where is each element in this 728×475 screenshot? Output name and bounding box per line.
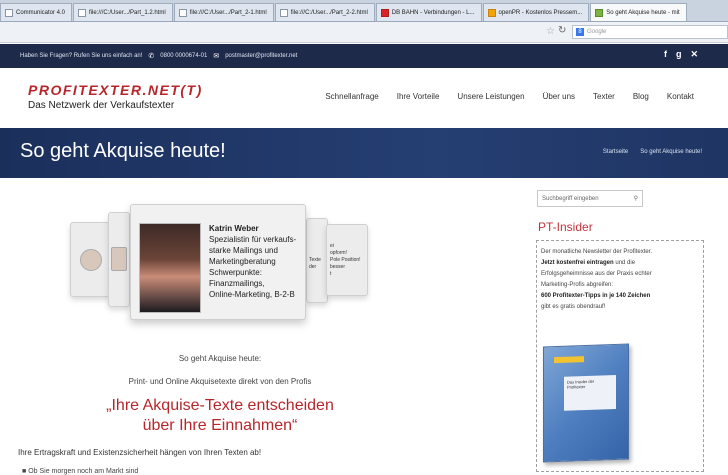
tagline: Ihre Ertragskraft und Existenzsicherheit… [18,448,262,457]
texter-photo [80,249,102,271]
nav-kontakt[interactable]: Kontakt [667,92,694,101]
contact-question: Haben Sie Fragen? Rufen Sie uns einfach … [20,53,143,59]
intro-subheading: Print- und Online Akquisetexte direkt vo… [128,377,312,386]
social-links: f g ✕ [664,49,698,60]
page-icon [5,8,13,17]
breadcrumb-home[interactable]: Startseite [603,149,628,155]
top-info-bar: Haben Sie Fragen? Rufen Sie uns einfach … [0,44,728,68]
book-label: Das Insider der Profitexter [564,374,616,411]
browser-tab[interactable]: DB BAHN - Verbindungen - L... [375,3,482,21]
site-tagline: Das Netzwerk der Verkaufstexter [28,100,175,111]
texter-photo [111,247,127,271]
browser-tab-active[interactable]: So geht Akquise heute - mit [590,3,687,21]
browser-tab-strip: Communicator 4.0 file:///C:/User.../Part… [0,0,728,22]
browser-tab[interactable]: openPR - Kostenlos Pressem... [482,3,590,21]
carousel-card-active[interactable]: Katrin Weber Spezialistin für verkaufs- … [130,204,306,320]
signup-link[interactable]: Jetzt kostenfrei eintragen [541,260,614,266]
page-title-band: So geht Akquise heute! Startseite So geh… [0,128,728,178]
list-item: ■ Ob Sie morgen noch am Markt sind [22,468,139,475]
nav-schnellanfrage[interactable]: Schnellanfrage [325,92,378,101]
nav-blog[interactable]: Blog [633,92,649,101]
search-engine-icon: 8 [576,28,584,36]
browser-tab[interactable]: file:///C:/User.../Part_1.2.html [73,3,173,21]
browser-toolbar: ☆ ↻ 8 Google [0,22,728,43]
browser-tab[interactable]: file:///C:/User.../Part_2-2.html [274,3,375,21]
browser-search-input[interactable]: 8 Google [572,25,728,39]
breadcrumb: Startseite So geht Akquise heute! [603,149,702,155]
texter-info: Katrin Weber Spezialistin für verkaufs- … [209,223,305,300]
phone-number[interactable]: 0800 0000674-01 [160,53,207,59]
site-header: PROFITEXTER.NET(T) Das Netzwerk der Verk… [0,68,728,128]
site-icon [595,8,604,17]
newsletter-box: Der monatliche Newsletter der Profitexte… [536,240,704,472]
nav-texter[interactable]: Texter [593,92,615,101]
carousel-card[interactable] [108,212,130,307]
phone-icon: ✆ [148,53,155,60]
nav-vorteile[interactable]: Ihre Vorteile [397,92,440,101]
browser-tab[interactable]: Communicator 4.0 [0,3,73,21]
carousel-card[interactable]: ei opform! Pole Position! besser t [326,224,368,296]
sidebar-title: PT-Insider [538,220,593,234]
texter-name: Katrin Weber [209,224,259,233]
site-logo[interactable]: PROFITEXTER.NET(T) [28,82,203,98]
main-nav: Schnellanfrage Ihre Vorteile Unsere Leis… [325,92,694,101]
carousel-card[interactable]: Texte der [306,218,328,303]
twitter-icon[interactable]: ✕ [690,49,698,60]
intro-heading: So geht Akquise heute: [178,354,262,363]
openpr-icon [487,8,496,17]
facebook-icon[interactable]: f [664,49,667,60]
browser-tab[interactable]: file:///C:/User.../Part_2-1.html [173,3,274,21]
page-icon [178,8,187,17]
nav-ueber-uns[interactable]: Über uns [543,92,575,101]
page-title: So geht Akquise heute! [20,140,226,162]
email-link[interactable]: postmaster@profitexter.net [225,53,297,59]
breadcrumb-current: So geht Akquise heute! [640,149,702,155]
mail-icon: ✉ [213,53,220,60]
google-plus-icon[interactable]: g [676,49,682,60]
texter-photo [139,223,201,313]
reload-icon[interactable]: ↻ [558,25,566,36]
bookmark-star-icon[interactable]: ☆ [546,26,555,37]
db-bahn-icon [380,8,389,17]
sidebar-search-input[interactable]: Suchbegriff eingeben ⚲ [537,190,643,207]
search-icon[interactable]: ⚲ [634,195,638,202]
carousel-card[interactable] [70,222,110,297]
headline-quote: „Ihre Akquise-Texte entscheiden über Ihr… [106,397,334,434]
page-icon [78,8,87,17]
texter-carousel[interactable]: Texte der ei opform! Pole Position! bess… [64,200,384,330]
page-icon [279,8,288,17]
newsletter-book-cover[interactable]: Das Insider der Profitexter [543,343,629,463]
newsletter-text: Der monatliche Newsletter der Profitexte… [541,249,653,310]
nav-leistungen[interactable]: Unsere Leistungen [457,92,524,101]
